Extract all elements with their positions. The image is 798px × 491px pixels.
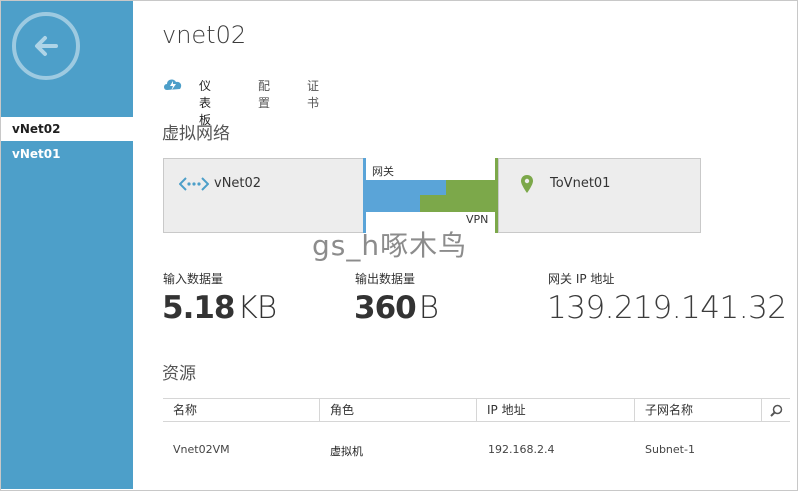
table-search-button[interactable]: [761, 399, 791, 421]
cloud-lightning-icon: [162, 76, 184, 96]
gateway-ip-label: 网关 IP 地址: [548, 272, 615, 286]
column-header-role[interactable]: 角色: [319, 399, 476, 421]
resources-table-header: 名称 角色 IP 地址 子网名称: [163, 398, 790, 422]
tab-configure[interactable]: 配置: [258, 77, 270, 111]
cell-role: 虚拟机: [330, 445, 363, 458]
data-out-label: 输出数据量: [355, 272, 416, 286]
gateway-label: 网关: [372, 165, 394, 178]
data-in-stat: 5.18KB: [162, 290, 278, 326]
watermark-text: gs_h啄木鸟: [312, 229, 468, 262]
data-in-value: 5.18: [162, 290, 235, 326]
resources-heading: 资源: [162, 364, 196, 384]
virtual-network-icon: [178, 175, 210, 197]
column-header-subnet[interactable]: 子网名称: [634, 399, 761, 421]
sidebar-item-vnet02[interactable]: vNet02: [1, 117, 133, 141]
page-title: vnet02: [162, 21, 247, 49]
sidebar-item-vnet01[interactable]: vNet01: [1, 142, 133, 166]
cell-name[interactable]: Vnet02VM: [173, 443, 230, 456]
vpn-label: VPN: [466, 213, 489, 226]
sidebar: vNet02 vNet01: [1, 1, 133, 489]
cell-ip: 192.168.2.4: [488, 443, 555, 456]
data-out-value: 360: [354, 290, 417, 326]
column-header-ip[interactable]: IP 地址: [476, 399, 634, 421]
cell-subnet: Subnet-1: [645, 443, 695, 456]
local-network-label: vNet02: [214, 176, 262, 191]
location-pin-icon: [521, 175, 533, 197]
data-out-unit: B: [418, 290, 439, 326]
virtual-network-heading: 虚拟网络: [162, 124, 230, 144]
gateway-ip-value: 139.219.141.32: [547, 290, 787, 326]
data-out-stat: 360B: [354, 290, 439, 326]
tab-certificates[interactable]: 证书: [307, 77, 319, 111]
vpn-traffic-bar-top: [446, 180, 496, 195]
local-network-box[interactable]: vNet02: [163, 158, 366, 233]
remote-network-box[interactable]: ToVnet01: [498, 158, 701, 233]
vpn-traffic-bar-bottom: [420, 195, 496, 212]
data-in-label: 输入数据量: [163, 272, 224, 286]
column-header-name[interactable]: 名称: [163, 399, 319, 421]
remote-network-label: ToVnet01: [550, 176, 611, 191]
data-in-unit: KB: [237, 290, 278, 326]
back-button[interactable]: [12, 12, 80, 80]
